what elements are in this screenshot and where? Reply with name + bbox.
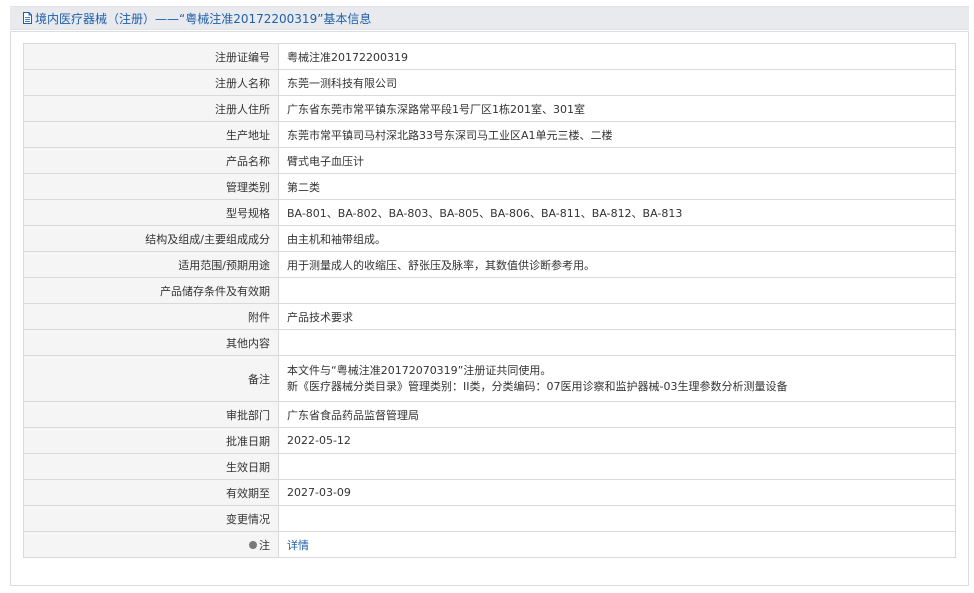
info-table: 注册证编号 粤械注准20172200319 注册人名称 东莞一测科技有限公司 注… xyxy=(23,43,956,558)
table-row: 生产地址 东莞市常平镇司马村深北路33号东深司马工业区A1单元三楼、二楼 xyxy=(23,121,956,148)
row-value: BA-801、BA-802、BA-803、BA-805、BA-806、BA-81… xyxy=(278,199,956,226)
table-row: 有效期至 2027-03-09 xyxy=(23,479,956,506)
table-row: 产品名称 臂式电子血压计 xyxy=(23,147,956,174)
note-label: 注 xyxy=(259,538,270,552)
table-row: 注册证编号 粤械注准20172200319 xyxy=(23,43,956,70)
row-value xyxy=(278,277,956,304)
details-link[interactable]: 详情 xyxy=(287,539,309,552)
note-row: 注 详情 xyxy=(23,531,956,558)
info-panel: 注册证编号 粤械注准20172200319 注册人名称 东莞一测科技有限公司 注… xyxy=(10,31,969,586)
row-value xyxy=(278,505,956,532)
row-value: 臂式电子血压计 xyxy=(278,147,956,174)
row-label: 附件 xyxy=(23,303,279,330)
title-bar: 境内医疗器械（注册）——“粤械注准20172200319”基本信息 xyxy=(10,6,969,30)
note-label-cell: 注 xyxy=(23,531,279,558)
page: 境内医疗器械（注册）——“粤械注准20172200319”基本信息 注册证编号 … xyxy=(0,0,974,593)
row-label: 产品储存条件及有效期 xyxy=(23,277,279,304)
row-label: 审批部门 xyxy=(23,401,279,428)
remark-label: 备注 xyxy=(23,355,279,402)
note-value: 详情 xyxy=(278,531,956,558)
row-label: 注册人住所 xyxy=(23,95,279,122)
table-row: 变更情况 xyxy=(23,505,956,532)
row-value xyxy=(278,329,956,356)
row-value: 东莞一测科技有限公司 xyxy=(278,69,956,96)
row-value: 广东省食品药品监督管理局 xyxy=(278,401,956,428)
row-value xyxy=(278,453,956,480)
remark-line-1: 本文件与“粤械注准20172070319”注册证共同使用。 xyxy=(287,363,552,377)
row-value: 2022-05-12 xyxy=(278,427,956,454)
row-label: 产品名称 xyxy=(23,147,279,174)
row-value: 用于测量成人的收缩压、舒张压及脉率，其数值供诊断参考用。 xyxy=(278,251,956,278)
table-row: 批准日期 2022-05-12 xyxy=(23,427,956,454)
row-label: 注册人名称 xyxy=(23,69,279,96)
row-value: 广东省东莞市常平镇东深路常平段1号厂区1栋201室、301室 xyxy=(278,95,956,122)
row-value: 粤械注准20172200319 xyxy=(278,43,956,70)
pin-icon xyxy=(249,540,257,549)
row-value: 产品技术要求 xyxy=(278,303,956,330)
remark-line-2: 新《医疗器械分类目录》管理类别：II类，分类编码：07医用诊察和监护器械-03生… xyxy=(287,379,788,393)
table-row: 型号规格 BA-801、BA-802、BA-803、BA-805、BA-806、… xyxy=(23,199,956,226)
table-row: 适用范围/预期用途 用于测量成人的收缩压、舒张压及脉率，其数值供诊断参考用。 xyxy=(23,251,956,278)
page-title: 境内医疗器械（注册）——“粤械注准20172200319”基本信息 xyxy=(35,11,372,26)
table-row: 产品储存条件及有效期 xyxy=(23,277,956,304)
row-label: 结构及组成/主要组成成分 xyxy=(23,225,279,252)
row-label: 生产地址 xyxy=(23,121,279,148)
table-row: 结构及组成/主要组成成分 由主机和袖带组成。 xyxy=(23,225,956,252)
table-row: 其他内容 xyxy=(23,329,956,356)
table-row: 附件 产品技术要求 xyxy=(23,303,956,330)
row-label: 生效日期 xyxy=(23,453,279,480)
table-row: 管理类别 第二类 xyxy=(23,173,956,200)
row-label: 适用范围/预期用途 xyxy=(23,251,279,278)
table-row: 注册人名称 东莞一测科技有限公司 xyxy=(23,69,956,96)
document-icon xyxy=(22,12,33,24)
table-row: 注册人住所 广东省东莞市常平镇东深路常平段1号厂区1栋201室、301室 xyxy=(23,95,956,122)
row-label: 注册证编号 xyxy=(23,43,279,70)
row-value: 东莞市常平镇司马村深北路33号东深司马工业区A1单元三楼、二楼 xyxy=(278,121,956,148)
row-value: 2027-03-09 xyxy=(278,479,956,506)
table-row: 生效日期 xyxy=(23,453,956,480)
row-label: 批准日期 xyxy=(23,427,279,454)
row-label: 变更情况 xyxy=(23,505,279,532)
row-label: 管理类别 xyxy=(23,173,279,200)
row-label: 有效期至 xyxy=(23,479,279,506)
row-value: 第二类 xyxy=(278,173,956,200)
row-value: 由主机和袖带组成。 xyxy=(278,225,956,252)
remark-row: 备注 本文件与“粤械注准20172070319”注册证共同使用。 新《医疗器械分… xyxy=(23,355,956,402)
row-label: 型号规格 xyxy=(23,199,279,226)
row-label: 其他内容 xyxy=(23,329,279,356)
table-row: 审批部门 广东省食品药品监督管理局 xyxy=(23,401,956,428)
remark-value: 本文件与“粤械注准20172070319”注册证共同使用。 新《医疗器械分类目录… xyxy=(278,355,956,402)
